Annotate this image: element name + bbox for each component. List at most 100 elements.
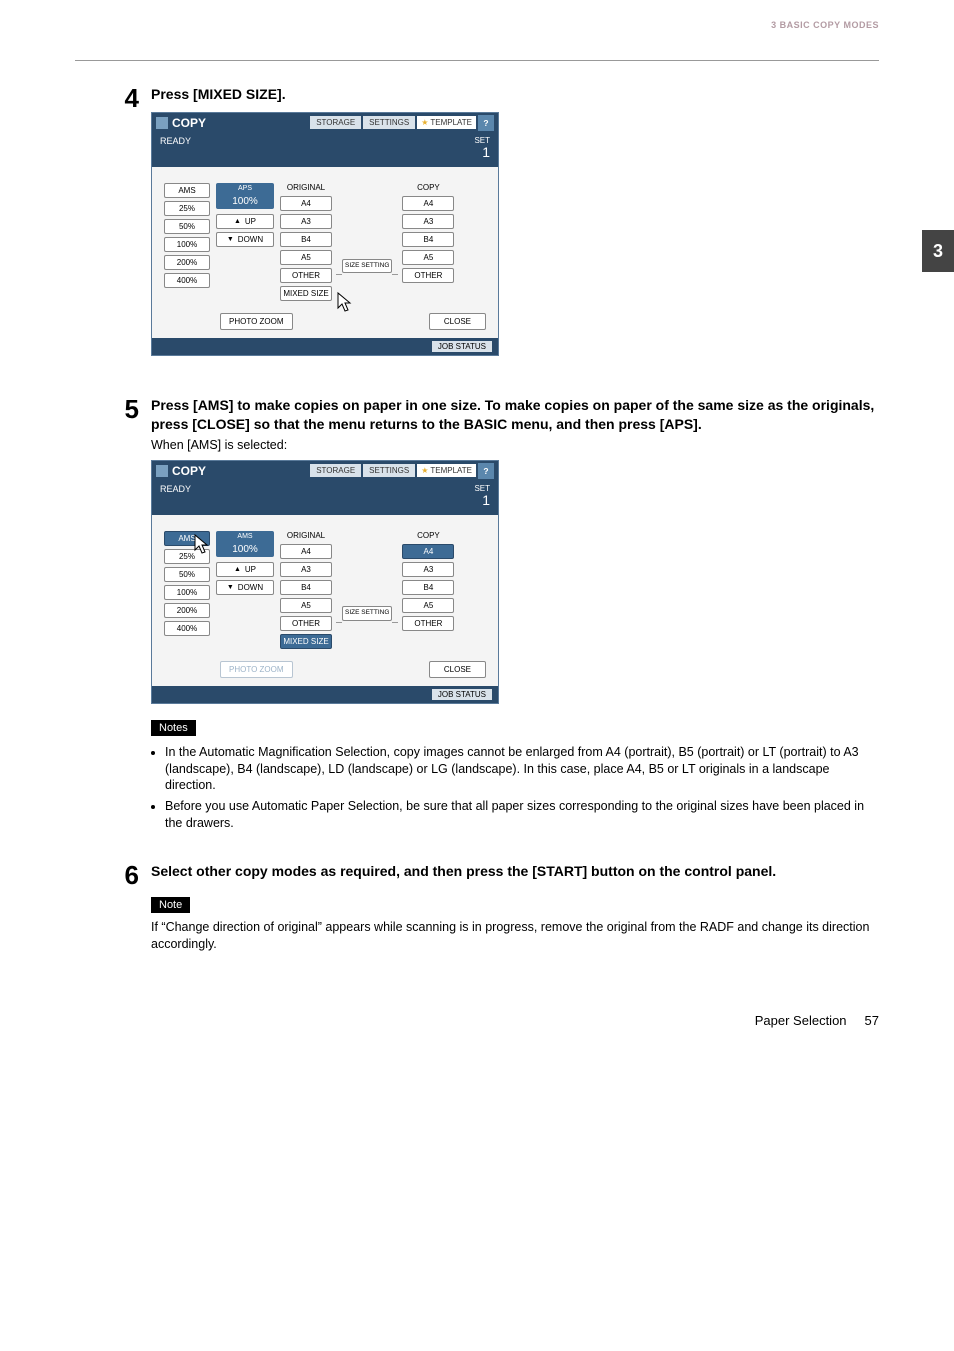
zoom-down[interactable]: ▼DOWN [216,580,274,595]
status-text: READY [160,136,191,146]
copy-other[interactable]: OTHER [402,268,454,283]
photo-zoom-button[interactable]: PHOTO ZOOM [220,313,293,330]
close-button[interactable]: CLOSE [429,661,486,678]
job-status-button[interactable]: JOB STATUS [432,341,492,352]
settings-button[interactable]: SETTINGS [363,116,415,129]
set-number: 1 [482,492,490,508]
template-button[interactable]: TEMPLATE [417,116,476,129]
step-title: Press [MIXED SIZE]. [151,85,879,104]
copy-header: COPY [402,183,454,193]
zoom-200[interactable]: 200% [164,603,210,618]
note-text: If “Change direction of original” appear… [151,919,879,953]
notes-label: Notes [151,720,196,736]
photo-zoom-button: PHOTO ZOOM [220,661,293,678]
header-section: 3 BASIC COPY MODES [771,20,879,30]
copy-b4[interactable]: B4 [402,232,454,247]
storage-button[interactable]: STORAGE [310,464,361,477]
original-a3[interactable]: A3 [280,214,332,229]
step-number: 5 [115,396,151,422]
zoom-400[interactable]: 400% [164,273,210,288]
copy-a4[interactable]: A4 [402,196,454,211]
template-button[interactable]: TEMPLATE [417,464,476,477]
help-button[interactable]: ? [478,115,494,131]
step-6: 6 Select other copy modes as required, a… [75,862,879,953]
settings-button[interactable]: SETTINGS [363,464,415,477]
ams-button[interactable]: AMS [164,183,210,198]
original-a3[interactable]: A3 [280,562,332,577]
step-5: 5 Press [AMS] to make copies on paper in… [75,396,879,836]
copy-panel-screenshot-1: COPY STORAGE SETTINGS TEMPLATE ? READY S… [151,112,499,356]
zoom-100[interactable]: 100% [164,237,210,252]
zoom-up[interactable]: ▲UP [216,562,274,577]
copy-a5[interactable]: A5 [402,250,454,265]
step-title: Select other copy modes as required, and… [151,862,879,881]
zoom-up[interactable]: ▲UP [216,214,274,229]
connector-left [336,274,342,275]
size-setting-button[interactable]: SIZE SETTING [342,606,392,621]
doc-icon [156,465,168,477]
ams-button[interactable]: AMS [164,531,210,546]
zoom-100[interactable]: 100% [164,585,210,600]
step-title: Press [AMS] to make copies on paper in o… [151,396,879,434]
note-label: Note [151,897,190,913]
down-triangle-icon: ▼ [227,584,234,591]
note-item: In the Automatic Magnification Selection… [165,744,879,795]
step-subtext: When [AMS] is selected: [151,438,879,452]
connector-right [392,622,398,623]
copy-other[interactable]: OTHER [402,616,454,631]
help-button[interactable]: ? [478,463,494,479]
zoom-25[interactable]: 25% [164,201,210,216]
copy-b4[interactable]: B4 [402,580,454,595]
zoom-25[interactable]: 25% [164,549,210,564]
status-bar: READY SET 1 [152,133,498,167]
copy-panel-screenshot-2: COPY STORAGE SETTINGS TEMPLATE ? READY S… [151,460,499,704]
original-b4[interactable]: B4 [280,232,332,247]
step-number: 4 [115,85,151,111]
notes-list: In the Automatic Magnification Selection… [151,744,879,832]
original-other[interactable]: OTHER [280,268,332,283]
original-a4[interactable]: A4 [280,544,332,559]
zoom-50[interactable]: 50% [164,567,210,582]
original-a5[interactable]: A5 [280,598,332,613]
zoom-down[interactable]: ▼DOWN [216,232,274,247]
chapter-tab: 3 [922,230,954,272]
storage-button[interactable]: STORAGE [310,116,361,129]
zoom-50[interactable]: 50% [164,219,210,234]
connector-right [392,274,398,275]
size-setting-button[interactable]: SIZE SETTING [342,259,392,274]
doc-icon [156,117,168,129]
copy-a3[interactable]: A3 [402,562,454,577]
copy-a4[interactable]: A4 [402,544,454,559]
original-other[interactable]: OTHER [280,616,332,631]
zoom-display: 100% [216,194,274,209]
footer-label: Paper Selection [755,1013,847,1028]
panel-titlebar: COPY STORAGE SETTINGS TEMPLATE ? [152,461,498,481]
copy-header: COPY [402,531,454,541]
zoom-display: 100% [216,542,274,557]
zoom-200[interactable]: 200% [164,255,210,270]
panel-title: COPY [172,464,206,478]
original-header: ORIGINAL [280,531,332,541]
status-text: READY [160,484,191,494]
original-a4[interactable]: A4 [280,196,332,211]
original-b4[interactable]: B4 [280,580,332,595]
mixed-size-button[interactable]: MIXED SIZE [280,286,332,301]
ams-display: AMS [216,531,274,542]
page-footer: Paper Selection 57 [75,1013,879,1028]
mixed-size-button[interactable]: MIXED SIZE [280,634,332,649]
job-status-button[interactable]: JOB STATUS [432,689,492,700]
copy-a3[interactable]: A3 [402,214,454,229]
close-button[interactable]: CLOSE [429,313,486,330]
top-divider [75,60,879,61]
note-item: Before you use Automatic Paper Selection… [165,798,879,832]
up-triangle-icon: ▲ [234,566,241,573]
panel-titlebar: COPY STORAGE SETTINGS TEMPLATE ? [152,113,498,133]
status-bar: READY SET 1 [152,481,498,515]
down-triangle-icon: ▼ [227,236,234,243]
original-header: ORIGINAL [280,183,332,193]
copy-a5[interactable]: A5 [402,598,454,613]
original-a5[interactable]: A5 [280,250,332,265]
footer-page: 57 [865,1013,879,1028]
panel-title: COPY [172,116,206,130]
zoom-400[interactable]: 400% [164,621,210,636]
